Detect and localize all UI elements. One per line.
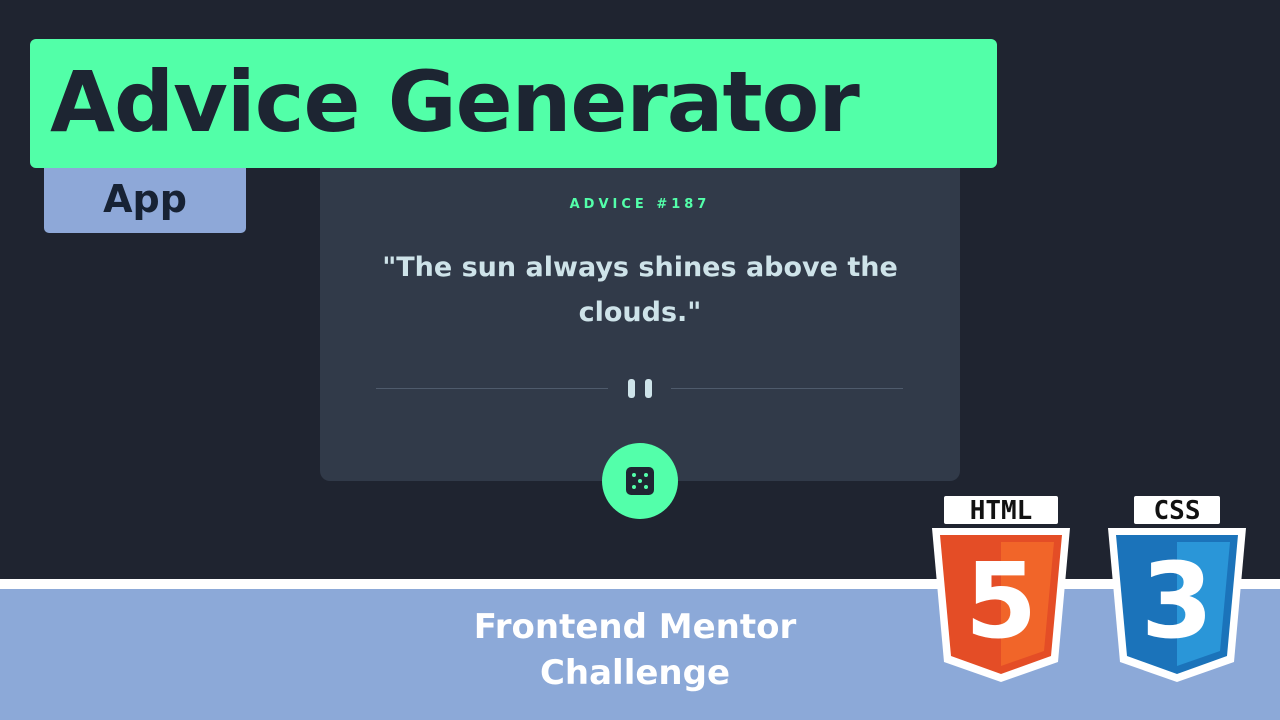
footer-line-2: Challenge: [539, 653, 731, 693]
dice-icon: [626, 467, 654, 495]
pause-icon: [627, 379, 653, 399]
html-badge-number: 5: [965, 540, 1037, 662]
advice-card: ADVICE #187 "The sun always shines above…: [320, 150, 960, 481]
divider-left: [376, 388, 608, 389]
app-tag: App: [44, 168, 246, 233]
page-title: Advice Generator: [50, 53, 860, 151]
footer-band: Frontend Mentor Challenge: [0, 589, 1280, 720]
footer-line-1: Frontend Mentor: [473, 607, 797, 647]
divider-right: [671, 388, 903, 389]
generate-advice-button[interactable]: [602, 443, 678, 519]
advice-quote: "The sun always shines above the clouds.…: [382, 252, 898, 328]
app-tag-label: App: [103, 177, 187, 221]
html-badge-label: HTML: [970, 496, 1033, 526]
footer-text: Frontend Mentor Challenge: [425, 604, 845, 696]
title-banner: Advice Generator: [30, 39, 997, 168]
css-badge-label: CSS: [1154, 496, 1201, 526]
footer-divider: [0, 579, 1280, 589]
advice-number: ADVICE #187: [569, 197, 711, 212]
html5-badge-icon: HTML 5: [932, 496, 1070, 682]
css-badge-number: 3: [1141, 540, 1213, 662]
css3-badge-icon: CSS 3: [1108, 496, 1246, 682]
